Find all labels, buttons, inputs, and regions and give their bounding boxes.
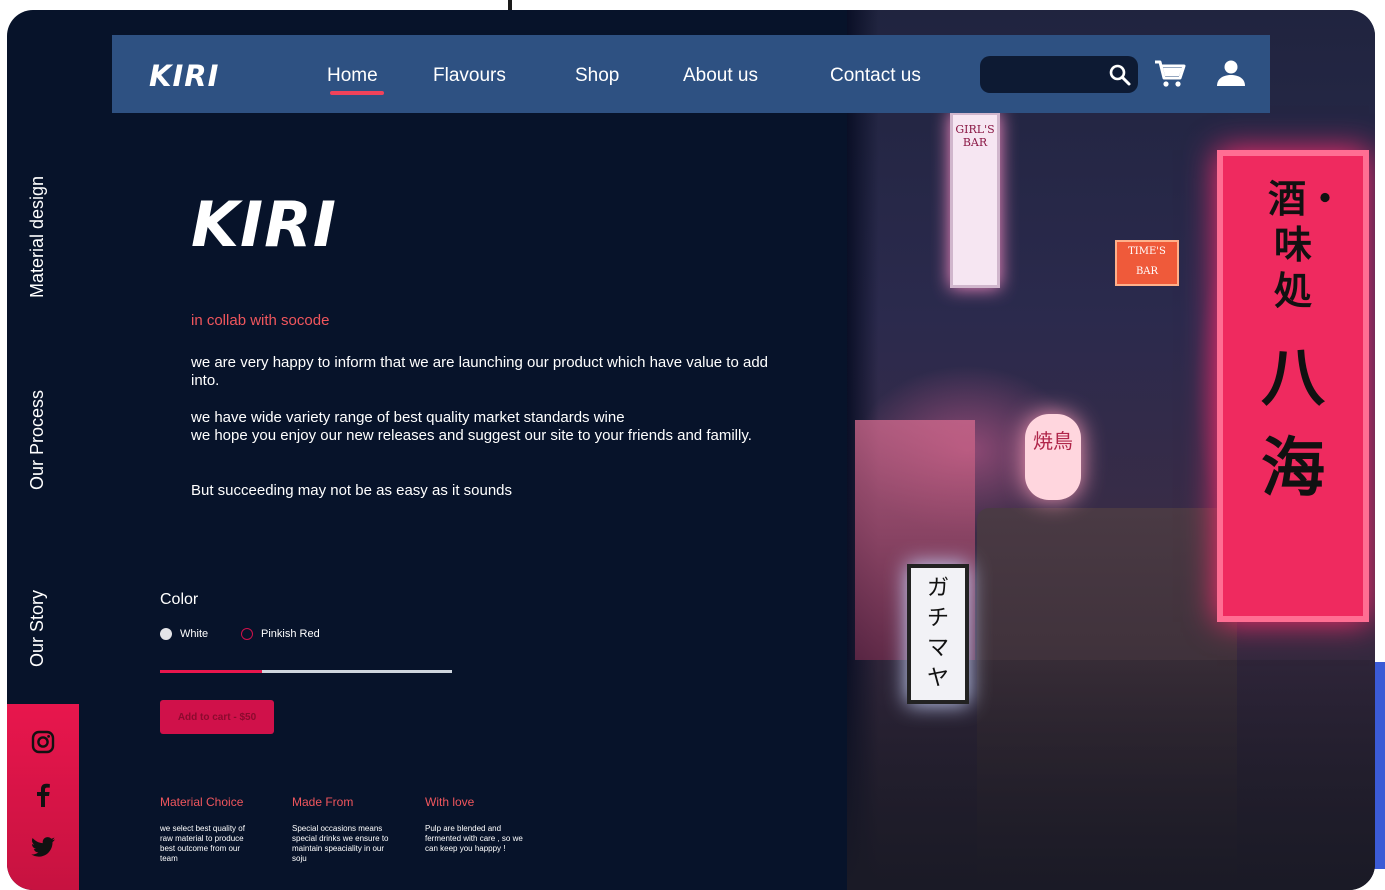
- variety-paragraph: we have wide variety range of best quali…: [191, 409, 752, 444]
- red-sign-top-text: 酒・味処: [1268, 176, 1345, 313]
- top-navbar: KIRI Home Flavours Shop About us Contact…: [112, 35, 1270, 113]
- color-option-white[interactable]: White: [160, 628, 208, 640]
- white-radio[interactable]: [160, 628, 172, 640]
- sidebar-item-our-process[interactable]: Our Process: [27, 390, 48, 490]
- top-divider-line: [508, 0, 512, 10]
- lantern-text: 焼鳥: [1033, 429, 1073, 453]
- nav-link-contact[interactable]: Contact us: [830, 65, 921, 87]
- hero-title: KIRI: [191, 188, 337, 261]
- feature-title-made-from: Made From: [292, 795, 354, 809]
- feature-text-with-love: Pulp are blended and fermented with care…: [425, 824, 523, 853]
- slider-fill: [160, 670, 263, 673]
- feature-title-with-love: With love: [425, 795, 475, 809]
- photo-red-sign: 酒・味処 八 海: [1217, 150, 1369, 622]
- girls-bar-text: GIRL'S BAR: [955, 123, 995, 149]
- pinkish-red-option-label: Pinkish Red: [261, 628, 320, 640]
- feature-text-material: we select best quality of raw material t…: [160, 824, 245, 863]
- nav-active-underline: [330, 91, 384, 95]
- photo-girls-bar-sign: GIRL'S BAR: [950, 112, 1000, 288]
- cart-icon[interactable]: [1154, 59, 1186, 89]
- times-bar-text: TIME'S BAR: [1128, 246, 1166, 277]
- facebook-icon[interactable]: [35, 783, 51, 807]
- social-links-panel: [7, 704, 79, 890]
- red-sign-bottom-text: 八 海: [1261, 341, 1325, 506]
- nav-link-shop[interactable]: Shop: [575, 65, 619, 87]
- feature-title-material: Material Choice: [160, 795, 244, 809]
- photo-lightbox-sign: ガチマヤ: [907, 564, 969, 704]
- add-to-cart-button[interactable]: Add to cart - $50: [160, 700, 274, 734]
- pinkish-red-radio[interactable]: [241, 628, 253, 640]
- lightbox-text: ガチマヤ: [927, 576, 950, 691]
- photo-lantern: 焼鳥: [1025, 414, 1081, 500]
- closing-paragraph: But succeeding may not be as easy as it …: [191, 482, 513, 499]
- search-icon[interactable]: [1108, 63, 1132, 87]
- nav-link-home[interactable]: Home: [327, 65, 378, 87]
- intro-paragraph: we are very happy to inform that we are …: [191, 354, 769, 389]
- quantity-slider[interactable]: [160, 670, 452, 673]
- color-option-pinkish-red[interactable]: Pinkish Red: [241, 628, 320, 640]
- collab-text: in collab with socode: [191, 312, 330, 329]
- nav-link-about[interactable]: About us: [683, 65, 758, 87]
- nav-logo[interactable]: KIRI: [149, 59, 219, 93]
- instagram-icon[interactable]: [31, 730, 55, 754]
- color-label: Color: [160, 591, 199, 608]
- hero-photo: GIRL'S BAR TIME'S BAR 焼鳥 ガチマヤ 酒・味処 八 海: [847, 10, 1375, 890]
- page-frame: GIRL'S BAR TIME'S BAR 焼鳥 ガチマヤ 酒・味処 八 海 K…: [7, 10, 1375, 890]
- sidebar-item-material-design[interactable]: Material design: [27, 176, 48, 298]
- feature-text-made-from: Special occasions means special drinks w…: [292, 824, 389, 863]
- user-icon[interactable]: [1216, 59, 1246, 87]
- nav-link-flavours[interactable]: Flavours: [433, 65, 506, 87]
- white-option-label: White: [180, 628, 209, 640]
- twitter-icon[interactable]: [31, 836, 55, 858]
- photo-times-bar-sign: TIME'S BAR: [1115, 240, 1179, 286]
- sidebar-item-our-story[interactable]: Our Story: [27, 590, 48, 667]
